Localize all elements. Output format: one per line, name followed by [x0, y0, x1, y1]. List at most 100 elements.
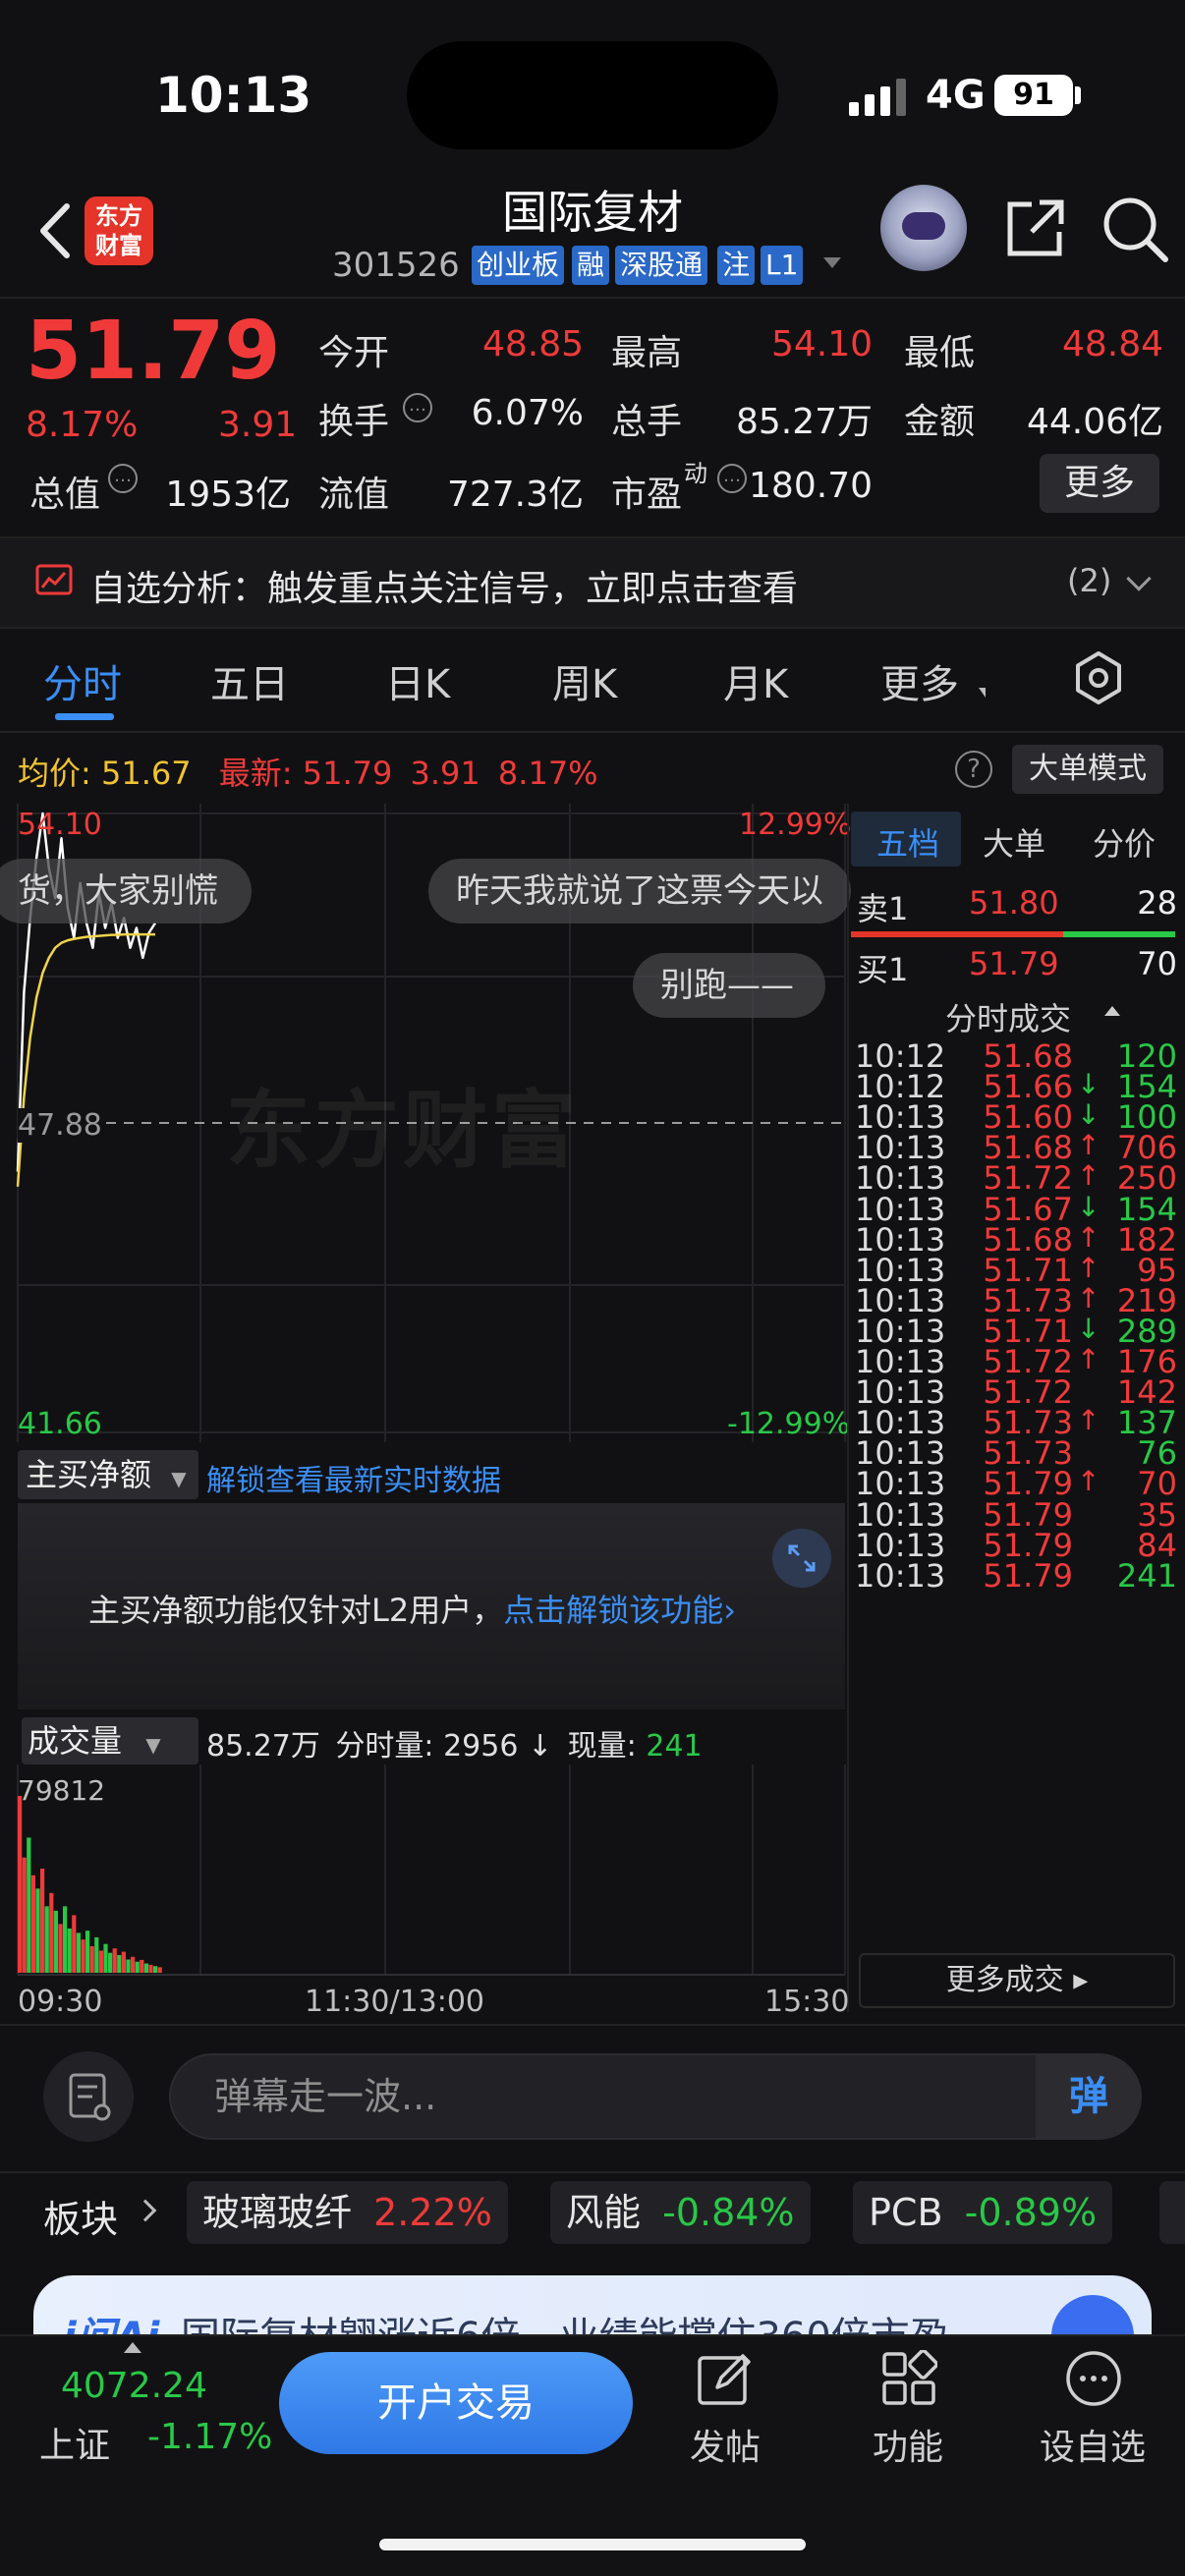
tick-price: 51.79	[983, 1556, 1073, 1595]
open-value: 48.85	[481, 324, 584, 364]
volume-label: 总手	[611, 402, 683, 442]
turnover-label: 换手	[318, 402, 390, 442]
gear-icon[interactable]	[1071, 650, 1126, 705]
volume-bar	[131, 1956, 136, 1973]
tab-more[interactable]: 更多	[880, 652, 959, 709]
pe-sup: 动	[684, 460, 707, 487]
volume-bar	[30, 1875, 35, 1973]
tick-time: 10:13	[855, 1556, 946, 1595]
edit-post-icon[interactable]	[696, 2350, 753, 2407]
tab-five-day[interactable]: 五日	[210, 652, 289, 709]
tab-weekly-k[interactable]: 周K	[552, 652, 617, 709]
volume-selector[interactable]: 成交量 ▼	[22, 1717, 198, 1764]
chart-top-price: 54.10	[18, 808, 102, 842]
avg-value: 51.67	[100, 755, 192, 792]
low-label: 最低	[904, 333, 976, 373]
danmu-bubble[interactable]: 昨天我就说了这票今天以	[428, 859, 851, 924]
more-trades-button[interactable]: 更多成交 ▸	[859, 1953, 1175, 2008]
tick-row: 10:13 51.79 241	[855, 1557, 1177, 1608]
high-value: 54.10	[770, 324, 873, 364]
chevron-down-icon[interactable]	[823, 257, 841, 268]
tick-direction: ↑	[1077, 1159, 1100, 1193]
now-vol-value: 241	[646, 1729, 703, 1764]
sell-ratio-bar	[851, 931, 1063, 937]
divider	[0, 297, 1185, 299]
tag-connect[interactable]: 深股通	[615, 246, 708, 285]
tag-l1[interactable]: L1	[761, 246, 804, 285]
banner-count: (2)	[1067, 562, 1112, 599]
volume-bar	[108, 1952, 113, 1973]
tab-intraday[interactable]: 分时	[43, 652, 122, 709]
volume-bar	[98, 1950, 103, 1973]
expand-icon[interactable]	[772, 1529, 831, 1588]
sector-chip[interactable]: PCB -0.89%	[853, 2181, 1113, 2244]
tick-direction: ↓	[1077, 1098, 1100, 1132]
volume-bar	[89, 1945, 94, 1973]
sell-1-vol: 28	[1137, 884, 1177, 922]
volume-bar	[157, 1967, 162, 1973]
index-pct[interactable]: -1.17%	[147, 2417, 272, 2457]
logo-text-1: 东方	[95, 202, 142, 230]
volume-chart[interactable]	[0, 1764, 847, 1981]
tab-daily-k[interactable]: 日K	[385, 652, 450, 709]
sector-chip[interactable]: 风能 -0.84%	[550, 2181, 811, 2244]
nav-post-label[interactable]: 发帖	[656, 2419, 794, 2470]
tag-registration[interactable]: 注	[717, 246, 756, 285]
buy-1-label: 买1	[857, 951, 909, 988]
tick-volume: 241	[1116, 1556, 1177, 1595]
unlock-data-link[interactable]: 解锁查看最新实时数据	[206, 1456, 501, 1499]
tag-chinext[interactable]: 创业板	[472, 246, 565, 285]
more-button[interactable]: 更多	[1040, 454, 1159, 513]
volume-bar	[121, 1951, 126, 1973]
info-icon[interactable]: …	[403, 393, 432, 422]
info-icon[interactable]: …	[717, 464, 747, 493]
avg-price-line	[16, 932, 155, 1187]
share-icon[interactable]	[1002, 196, 1067, 261]
sector-name: PCB	[869, 2191, 943, 2234]
sector-chip[interactable]: 玻璃玻纤 2.22%	[187, 2181, 508, 2244]
index-value[interactable]: 4072.24	[61, 2366, 207, 2406]
buy-1-vol: 70	[1137, 945, 1177, 982]
change-percent: 8.17%	[26, 405, 139, 445]
now-vol-label: 现量:	[567, 1729, 637, 1764]
back-icon[interactable]	[29, 196, 88, 265]
nav-watchlist-label[interactable]: 设自选	[1024, 2419, 1161, 2470]
grid-functions-icon[interactable]	[880, 2350, 937, 2407]
tick-direction: ↑	[1077, 1129, 1100, 1162]
help-icon[interactable]: ?	[955, 751, 992, 788]
document-settings-icon[interactable]	[43, 2051, 134, 2142]
chart-icon	[35, 564, 73, 595]
volume-bar	[148, 1964, 153, 1973]
nav-functions-label[interactable]: 功能	[839, 2419, 977, 2470]
danmu-bubble[interactable]: 别跑——	[633, 953, 825, 1018]
net-buy-selector[interactable]: 主买净额 ▼	[18, 1450, 198, 1499]
add-watchlist-icon[interactable]	[1065, 2350, 1122, 2407]
tab-price-volume[interactable]: 分价	[1093, 819, 1156, 865]
info-icon[interactable]: …	[108, 464, 138, 493]
tab-monthly-k[interactable]: 月K	[723, 652, 788, 709]
danmu-send-button[interactable]: 弹	[1036, 2053, 1142, 2140]
volume-bar	[76, 1932, 81, 1973]
open-trade-button[interactable]: 开户交易	[279, 2352, 633, 2454]
danmu-bubble[interactable]: 货，大家别慌	[0, 859, 252, 924]
caret-up-icon[interactable]	[124, 2342, 141, 2353]
volume-bar	[153, 1966, 158, 1973]
tab-indicator	[55, 713, 114, 720]
sector-label[interactable]: 板块	[43, 2189, 118, 2243]
ticks-header[interactable]: 分时成交	[945, 994, 1071, 1039]
search-icon[interactable]	[1100, 195, 1169, 263]
unlock-feature-link[interactable]: 点击解锁该功能›	[503, 1592, 736, 1629]
danmu-input[interactable]: 弹幕走一波...	[169, 2053, 1142, 2140]
tab-order-book[interactable]: 五档	[876, 819, 939, 865]
tab-big-orders[interactable]: 大单	[983, 819, 1045, 865]
big-order-mode-button[interactable]: 大单模式	[1012, 745, 1163, 794]
tick-direction: ↓	[1077, 1312, 1100, 1345]
net-buy-text: 主买净额功能仅针对L2用户，	[88, 1592, 504, 1629]
volume-bar	[85, 1931, 90, 1973]
buy-ratio-bar	[1063, 931, 1175, 937]
tag-margin[interactable]: 融	[572, 246, 610, 285]
sector-chip-partial[interactable]	[1159, 2181, 1185, 2244]
index-name[interactable]: 上证	[39, 2417, 110, 2468]
open-label: 今开	[318, 333, 390, 373]
volume-bar	[126, 1959, 131, 1973]
